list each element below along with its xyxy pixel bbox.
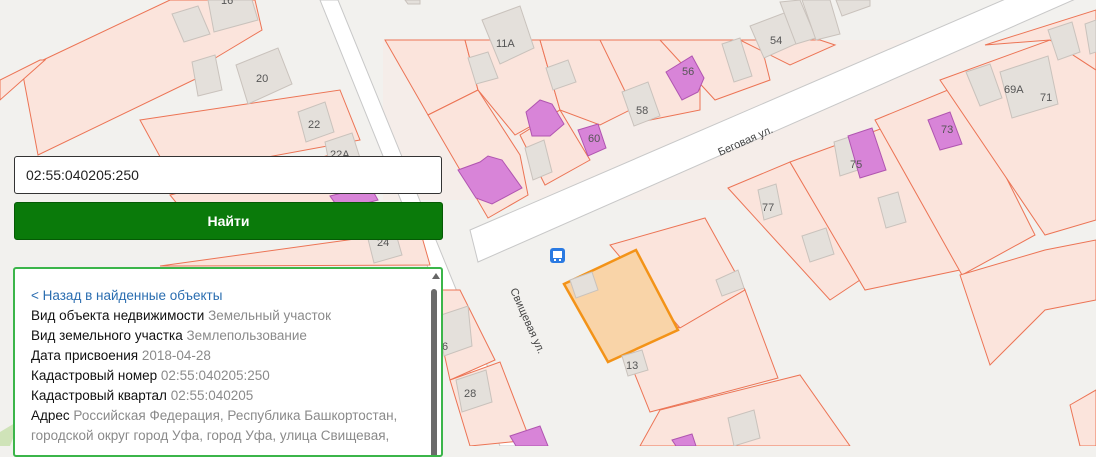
house-number: 56 xyxy=(682,66,694,78)
info-label: Адрес xyxy=(31,408,70,423)
info-row-land-type: Вид земельного участка Землепользование xyxy=(31,326,411,346)
info-value: 2018-04-28 xyxy=(141,348,211,363)
house-number: 13 xyxy=(626,360,638,372)
house-number: 22 xyxy=(308,119,320,131)
house-number: 77 xyxy=(762,202,774,214)
scrollbar-thumb[interactable] xyxy=(431,289,437,455)
scroll-up-arrow-icon[interactable] xyxy=(432,273,440,279)
house-number: 73 xyxy=(941,124,953,136)
object-info-panel: < Назад в найденные объекты Вид объекта … xyxy=(13,267,443,457)
object-info-content: < Назад в найденные объекты Вид объекта … xyxy=(15,269,441,446)
info-value: Земельный участок xyxy=(208,308,331,323)
info-row-cadastral-number: Кадастровый номер 02:55:040205:250 xyxy=(31,366,411,386)
info-label: Вид земельного участка xyxy=(31,328,183,343)
house-number: 16 xyxy=(221,0,233,7)
house-number: 75 xyxy=(850,159,862,171)
info-row-address: Адрес Российская Федерация, Республика Б… xyxy=(31,406,411,446)
info-row-cadastral-quarter: Кадастровый квартал 02:55:040205 xyxy=(31,386,411,406)
house-number: 69А xyxy=(1004,84,1024,96)
info-label: Кадастровый квартал xyxy=(31,388,167,403)
house-number: 28 xyxy=(464,388,476,400)
info-row-date: Дата присвоения 2018-04-28 xyxy=(31,346,411,366)
info-label: Кадастровый номер xyxy=(31,368,158,383)
bus-stop-icon[interactable] xyxy=(550,248,565,263)
house-number: 71 xyxy=(1040,92,1052,104)
house-number: 60 xyxy=(588,133,600,145)
info-value: 02:55:040205 xyxy=(170,388,254,403)
info-value: Землепользование xyxy=(186,328,307,343)
house-number: 58 xyxy=(636,105,648,117)
info-label: Дата присвоения xyxy=(31,348,139,363)
cadastral-search-input[interactable] xyxy=(14,156,442,194)
house-number: 54 xyxy=(770,35,782,47)
find-button[interactable]: Найти xyxy=(14,202,443,240)
house-number: 11А xyxy=(496,38,515,50)
info-label: Вид объекта недвижимости xyxy=(31,308,205,323)
info-value: 02:55:040205:250 xyxy=(160,368,270,383)
info-value: Российская Федерация, Республика Башкорт… xyxy=(31,408,398,443)
back-to-results-link[interactable]: < Назад в найденные объекты xyxy=(31,286,411,306)
info-row-object-type: Вид объекта недвижимости Земельный участ… xyxy=(31,306,411,326)
house-number: 20 xyxy=(256,73,268,85)
